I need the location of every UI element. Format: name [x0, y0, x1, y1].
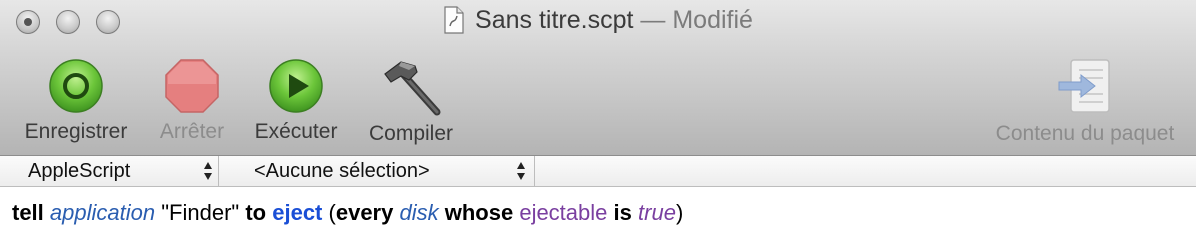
- keyword-token: whose: [444, 200, 514, 225]
- record-label: Enregistrer: [24, 120, 128, 143]
- keyword-token: to: [245, 200, 267, 225]
- code-line: tell application "Finder" to eject (ever…: [12, 200, 683, 226]
- language-value: AppleScript: [28, 160, 131, 182]
- window-title-text: Sans titre.scpt: [475, 6, 634, 34]
- language-popup[interactable]: AppleScript: [0, 156, 219, 186]
- bundle-contents-icon: [1058, 59, 1110, 113]
- modified-status: — Modifié: [640, 6, 753, 34]
- keyword-token: is: [613, 200, 632, 225]
- bundle-contents-label: Contenu du paquet: [995, 122, 1175, 145]
- script-document-icon[interactable]: [443, 6, 465, 34]
- paren-token: ): [675, 200, 684, 225]
- class-token: disk: [399, 200, 439, 225]
- keyword-token: every: [335, 200, 394, 225]
- keyword-token: tell: [12, 200, 44, 225]
- value-token: true: [638, 200, 676, 225]
- stop-octagon-icon: [165, 59, 219, 113]
- window-toolbar: Sans titre.scpt — Modifié Enregistrer Ar…: [0, 0, 1196, 156]
- paren-token: (: [328, 200, 336, 225]
- stop-label: Arrêter: [159, 120, 225, 143]
- handler-popup[interactable]: <Aucune sélection>: [218, 156, 535, 186]
- popup-arrows-icon: [517, 162, 525, 180]
- string-token: "Finder": [161, 200, 240, 225]
- command-token: eject: [272, 200, 323, 225]
- play-icon: [269, 59, 323, 113]
- run-button[interactable]: Exécuter: [250, 58, 342, 144]
- hammer-icon: [384, 61, 441, 116]
- compile-button[interactable]: Compiler: [362, 58, 460, 146]
- bundle-contents-button[interactable]: Contenu du paquet: [980, 58, 1190, 146]
- navigation-bar: AppleScript <Aucune sélection>: [0, 156, 1196, 187]
- record-circle-icon: [49, 59, 103, 113]
- handler-value: <Aucune sélection>: [254, 160, 430, 182]
- class-token: application: [49, 200, 156, 225]
- property-token: ejectable: [519, 200, 608, 225]
- compile-label: Compiler: [368, 122, 454, 145]
- stop-button[interactable]: Arrêter: [154, 58, 230, 144]
- script-editor[interactable]: tell application "Finder" to eject (ever…: [0, 187, 1196, 242]
- window-title: Sans titre.scpt — Modifié: [0, 6, 1196, 35]
- record-button[interactable]: Enregistrer: [18, 58, 134, 144]
- popup-arrows-icon: [204, 162, 212, 180]
- run-label: Exécuter: [254, 120, 338, 143]
